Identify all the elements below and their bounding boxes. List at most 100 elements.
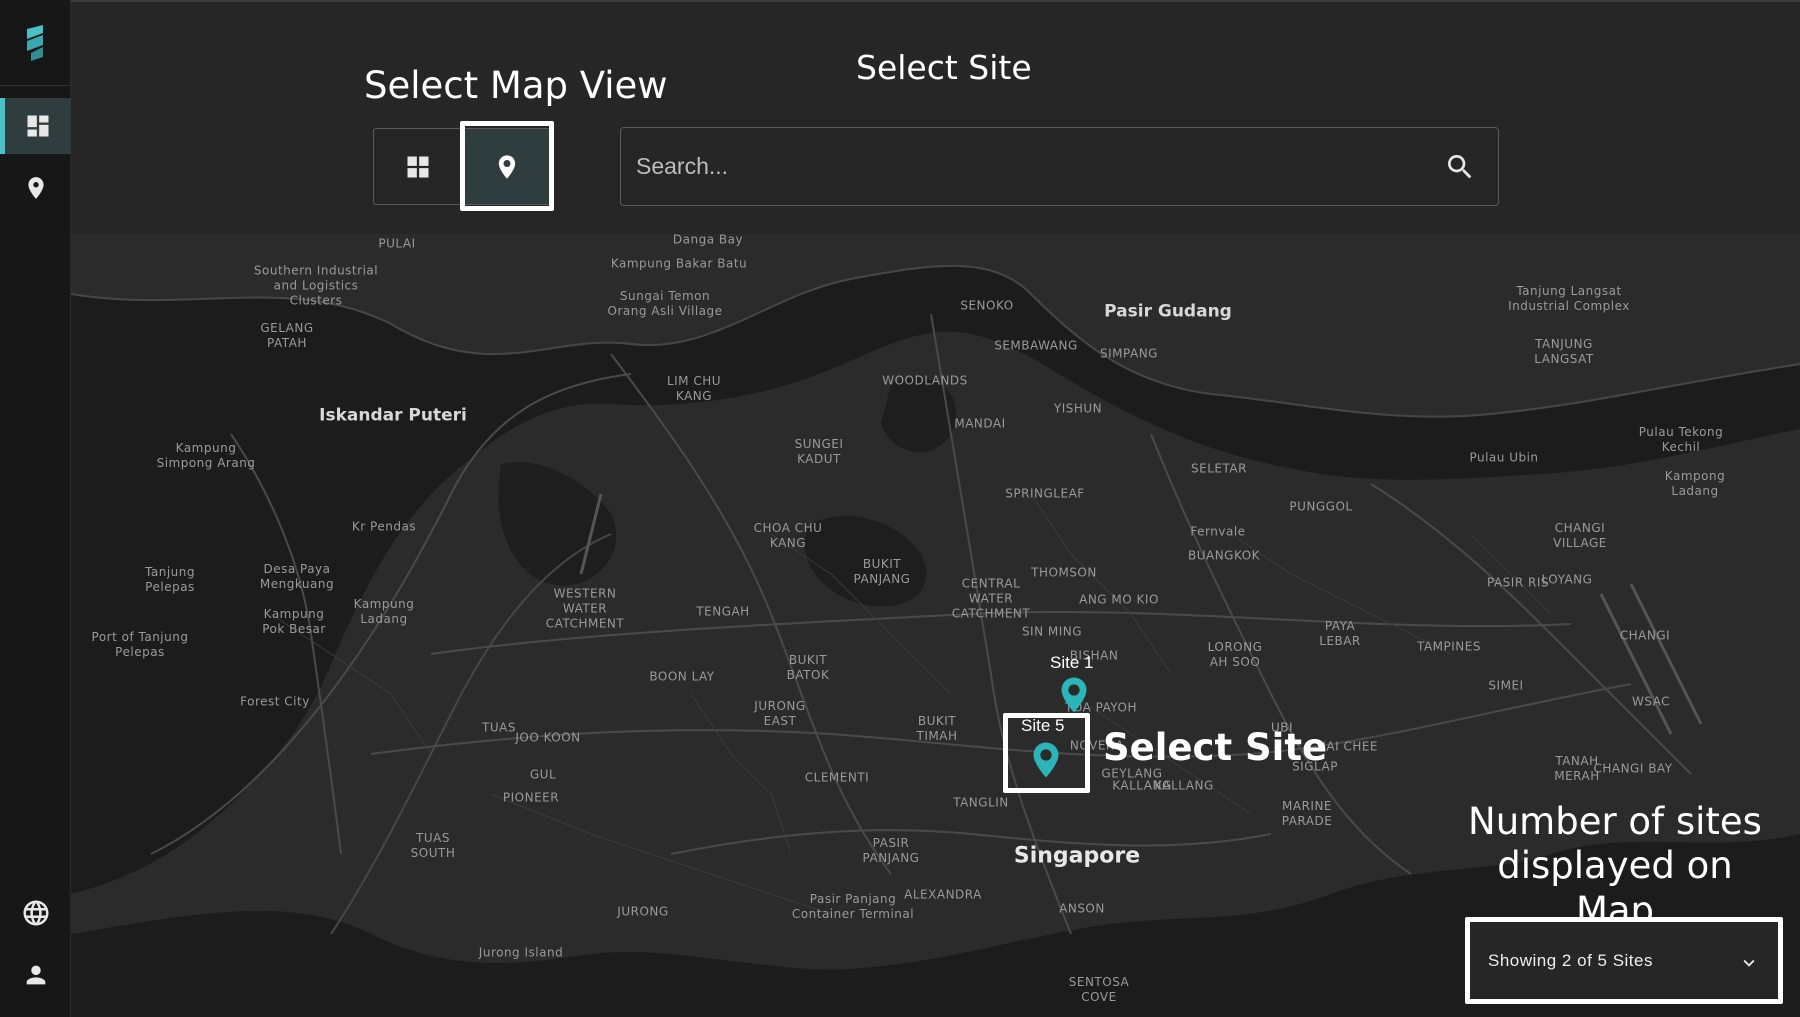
sidebar bbox=[0, 0, 71, 1017]
map-place-label: Sungai Temon Orang Asli Village bbox=[607, 289, 723, 318]
sidebar-item-locations[interactable] bbox=[0, 160, 71, 216]
map-place-label: LIM CHU KANG bbox=[666, 374, 722, 403]
site-count-annotation: Number of sites displayed on Map bbox=[1468, 800, 1762, 932]
map-place-label: Kampung Simpong Arang bbox=[156, 441, 256, 470]
map-place-label: TAMPINES bbox=[1417, 639, 1481, 654]
map-place-label: BUANGKOK bbox=[1187, 548, 1261, 563]
map-place-label: CHANGI bbox=[1619, 628, 1671, 643]
map-place-label: Pulau Ubin bbox=[1469, 450, 1539, 465]
map-place-label: Kr Pendas bbox=[351, 519, 417, 534]
map-place-label: GUL bbox=[529, 767, 557, 782]
map-place-label: MANDAI bbox=[954, 416, 1006, 431]
map-place-label: TANGLIN bbox=[953, 795, 1009, 810]
map-place-label: BUKIT BATOK bbox=[786, 653, 830, 682]
map-place-label: JURONG bbox=[617, 904, 669, 919]
map-place-label: Tanjung Langsat Industrial Complex bbox=[1508, 284, 1630, 313]
map-place-label: Forest City bbox=[240, 694, 310, 709]
map-place-label: SENOKO bbox=[960, 298, 1014, 313]
map-place-label: SEMBAWANG bbox=[994, 338, 1078, 353]
map-place-label: Kampung Pok Besar bbox=[262, 607, 326, 636]
map-place-label: YISHUN bbox=[1053, 401, 1103, 416]
site-5-marker[interactable] bbox=[1031, 741, 1061, 783]
site-1-label: Site 1 bbox=[1050, 653, 1094, 672]
map-place-label: PASIR PANJANG bbox=[862, 836, 920, 865]
map-place-label: LORONG AH SOO bbox=[1207, 640, 1263, 669]
search-icon bbox=[1448, 155, 1472, 179]
dashboard-icon bbox=[27, 115, 49, 137]
map-place-label: SPRINGLEAF bbox=[1005, 486, 1085, 501]
map-place-label: Desa Paya Mengkuang bbox=[259, 562, 335, 591]
site-5-label: Site 5 bbox=[1021, 716, 1065, 735]
map-place-label: WOODLANDS bbox=[882, 373, 968, 388]
brand-logo[interactable] bbox=[0, 0, 71, 86]
grid-view-icon bbox=[407, 156, 429, 177]
sidebar-item-profile[interactable] bbox=[0, 947, 71, 1003]
site-count-value: Showing 2 of 5 Sites bbox=[1488, 950, 1653, 970]
map-label-pasir-gudang: Pasir Gudang bbox=[1104, 301, 1232, 322]
map-place-label: Danga Bay bbox=[672, 234, 744, 247]
map-place-label: GELANG PATAH bbox=[260, 321, 314, 350]
site-count-dropdown[interactable]: Showing 2 of 5 Sites bbox=[1465, 917, 1783, 1004]
map-view-annotation: Select Map View bbox=[364, 64, 668, 107]
map-place-label: SIMPANG bbox=[1100, 346, 1158, 361]
chevron-down-icon bbox=[1743, 959, 1755, 967]
map-place-label: PULAI bbox=[378, 236, 416, 251]
map-place-label: Pulau Tekong Kechil bbox=[1638, 425, 1724, 454]
map-place-label: BUKIT TIMAH bbox=[916, 714, 958, 743]
map-place-label: BUKIT PANJANG bbox=[853, 557, 911, 586]
location-pin-icon bbox=[27, 177, 44, 199]
map-place-label: PIONEER bbox=[502, 790, 560, 805]
map-place-label: CENTRAL WATER CATCHMENT bbox=[951, 576, 1031, 621]
map-place-label: CHANGI VILLAGE bbox=[1553, 521, 1607, 550]
map-place-label: PUNGGOL bbox=[1289, 499, 1353, 514]
map-place-label: THOMSON bbox=[1031, 565, 1097, 580]
map-place-label: LOYANG bbox=[1541, 572, 1593, 587]
map-place-label: CLEMENTI bbox=[804, 770, 870, 785]
map-place-label: SIN MING bbox=[1021, 624, 1083, 639]
map-place-label: TUAS bbox=[482, 720, 516, 735]
map-place-label: CHOA CHU KANG bbox=[753, 521, 823, 550]
map-place-label: Pasir Panjang Container Terminal bbox=[791, 892, 915, 921]
map-place-label: Southern Industrial and Logistics Cluste… bbox=[253, 263, 379, 308]
map-place-label: TUAS SOUTH bbox=[410, 831, 456, 860]
map-place-label: WESTERN WATER CATCHMENT bbox=[545, 586, 625, 631]
map-place-label: Port of Tanjung Pelepas bbox=[91, 630, 189, 659]
map-marker-icon bbox=[1033, 742, 1059, 778]
map-place-label: Fernvale bbox=[1190, 524, 1246, 539]
map-marker-icon bbox=[1061, 677, 1087, 713]
map-place-label: ALEXANDRA bbox=[904, 887, 982, 902]
map-place-label: Kampong Ladang bbox=[1664, 469, 1726, 498]
site-1-marker[interactable] bbox=[1059, 676, 1089, 718]
map-place-label: PAYA LEBAR bbox=[1319, 619, 1361, 648]
sidebar-item-language[interactable] bbox=[0, 885, 71, 941]
map-place-label: SIMEI bbox=[1488, 678, 1524, 693]
map-place-label: SENTOSA COVE bbox=[1068, 975, 1130, 1004]
select-site-annotation-header: Select Site bbox=[856, 48, 1032, 87]
map-place-label: Jurong Island bbox=[478, 945, 564, 960]
map-place-label: Tanjung Pelepas bbox=[145, 565, 195, 594]
site-search bbox=[620, 127, 1499, 206]
map-place-label: SELETAR bbox=[1191, 461, 1247, 476]
map-place-label: SUNGEI KADUT bbox=[794, 437, 844, 466]
grid-view-button[interactable] bbox=[374, 129, 462, 204]
map-place-label: MARINE PARADE bbox=[1281, 799, 1333, 828]
map-place-label: TENGAH bbox=[696, 604, 750, 619]
map-place-label: WSAC bbox=[1631, 694, 1671, 709]
search-input[interactable] bbox=[636, 128, 1436, 205]
map-place-label: Kampung Bakar Batu bbox=[610, 256, 748, 271]
map-place-label: JOO KOON bbox=[515, 730, 581, 745]
map-label-singapore: Singapore bbox=[1013, 843, 1141, 869]
globe-icon bbox=[23, 900, 48, 926]
map-place-label: ANG MO KIO bbox=[1079, 592, 1159, 607]
map-place-label: ANSON bbox=[1059, 901, 1105, 916]
search-button[interactable] bbox=[1444, 151, 1476, 187]
map-place-label: TANJUNG LANGSAT bbox=[1534, 337, 1594, 366]
map-place-label: BOON LAY bbox=[649, 669, 715, 684]
map-place-label: Kampung Ladang bbox=[353, 597, 415, 626]
map-pin-icon bbox=[498, 154, 516, 179]
view-toggle bbox=[373, 128, 551, 205]
map-view-button[interactable] bbox=[463, 129, 551, 204]
map-place-label: JURONG EAST bbox=[754, 699, 806, 728]
map-place-label: PASIR RIS bbox=[1487, 575, 1549, 590]
sidebar-item-dashboard[interactable] bbox=[0, 98, 71, 154]
